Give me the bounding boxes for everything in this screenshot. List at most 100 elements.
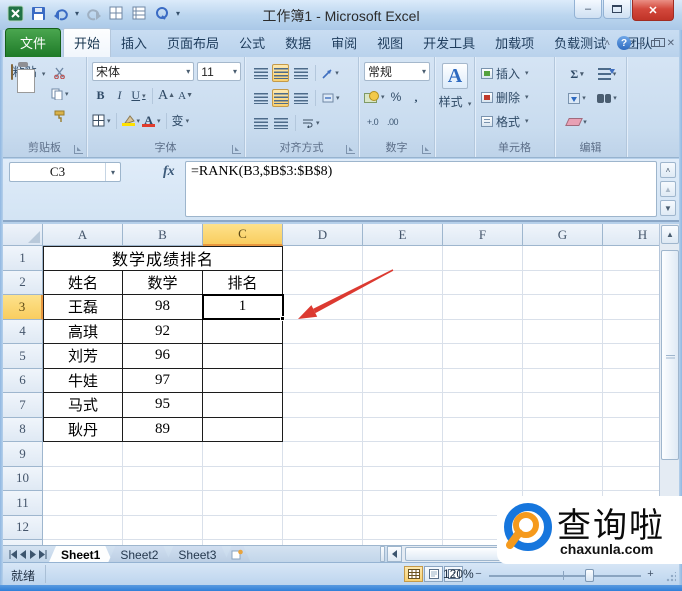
- cell-D12[interactable]: [283, 515, 363, 540]
- cell-A1-merged-title[interactable]: 数学成绩排名: [43, 246, 283, 271]
- cell-G5[interactable]: [523, 344, 603, 369]
- cell-A7[interactable]: 马式: [43, 393, 123, 418]
- cell-A6[interactable]: 牛娃: [43, 368, 123, 393]
- cell-F6[interactable]: [443, 368, 523, 393]
- row-header-11[interactable]: 11: [3, 491, 43, 516]
- align-middle-icon[interactable]: [272, 64, 289, 82]
- zoom-out-icon[interactable]: −: [473, 569, 484, 581]
- decrease-decimal-icon[interactable]: .00: [384, 113, 401, 131]
- prev-sheet-icon[interactable]: [19, 549, 27, 559]
- cell-C10[interactable]: [203, 466, 283, 491]
- cell-C5[interactable]: [203, 344, 283, 369]
- cell-G10[interactable]: [523, 466, 603, 491]
- cell-D11[interactable]: [283, 491, 363, 516]
- cell-G7[interactable]: [523, 393, 603, 418]
- ribbon-tab-formulas[interactable]: 公式: [229, 29, 275, 57]
- cell-C7[interactable]: [203, 393, 283, 418]
- cell-G9[interactable]: [523, 442, 603, 467]
- cell-C12[interactable]: [203, 515, 283, 540]
- borders-button[interactable]: [92, 112, 111, 130]
- close-button[interactable]: ✕: [632, 0, 674, 21]
- cell-A4[interactable]: 高琪: [43, 319, 123, 344]
- cell-D6[interactable]: [283, 368, 363, 393]
- cell-E8[interactable]: [363, 417, 443, 442]
- cell-D3[interactable]: [283, 295, 363, 320]
- ribbon-tab-developer[interactable]: 开发工具: [413, 29, 485, 57]
- wrap-text-icon[interactable]: [302, 114, 320, 132]
- cell-F8[interactable]: [443, 417, 523, 442]
- select-all-corner[interactable]: [3, 224, 43, 246]
- cell-D10[interactable]: [283, 466, 363, 491]
- row-header-3[interactable]: 3: [3, 295, 43, 320]
- percent-style-button[interactable]: %: [388, 88, 405, 106]
- cell-C9[interactable]: [203, 442, 283, 467]
- ribbon-tab-home[interactable]: 开始: [63, 28, 112, 57]
- zoom-level[interactable]: 120%: [443, 567, 474, 581]
- column-header-E[interactable]: E: [363, 224, 443, 246]
- scroll-up-button[interactable]: ▲: [661, 225, 679, 244]
- alignment-dialog-launcher-icon[interactable]: [346, 145, 355, 154]
- increase-indent-icon[interactable]: [272, 114, 289, 132]
- name-box-dropdown-icon[interactable]: ▾: [105, 163, 120, 181]
- cell-E10[interactable]: [363, 466, 443, 491]
- cell-D4[interactable]: [283, 319, 363, 344]
- cell-F3[interactable]: [443, 295, 523, 320]
- tab-split-handle[interactable]: [380, 546, 386, 562]
- cell-A11[interactable]: [43, 491, 123, 516]
- cell-E1[interactable]: [363, 246, 443, 271]
- ribbon-tab-data[interactable]: 数据: [275, 29, 321, 57]
- column-header-F[interactable]: F: [443, 224, 523, 246]
- cell-C11[interactable]: [203, 491, 283, 516]
- page-layout-view-icon[interactable]: [424, 566, 443, 582]
- normal-view-icon[interactable]: [404, 566, 423, 582]
- cell-G3[interactable]: [523, 295, 603, 320]
- orientation-icon[interactable]: [322, 64, 339, 82]
- format-cells-button[interactable]: 格式: [481, 111, 551, 131]
- workbook-minimize-icon[interactable]: –: [638, 38, 644, 49]
- cell-E6[interactable]: [363, 368, 443, 393]
- cell-B5[interactable]: 96: [123, 344, 203, 369]
- cell-C4[interactable]: [203, 319, 283, 344]
- cell-C2[interactable]: 排名: [203, 270, 283, 295]
- collapse-formula-bar-icon[interactable]: ˄: [660, 162, 676, 178]
- minimize-button[interactable]: –: [574, 0, 602, 19]
- cell-A8[interactable]: 耿丹: [43, 417, 123, 442]
- cell-G1[interactable]: [523, 246, 603, 271]
- cell-E5[interactable]: [363, 344, 443, 369]
- sheet-tab-sheet3[interactable]: Sheet3: [166, 546, 228, 562]
- align-bottom-icon[interactable]: [292, 64, 309, 82]
- cell-C3[interactable]: 1: [203, 295, 283, 320]
- cell-F1[interactable]: [443, 246, 523, 271]
- merge-center-icon[interactable]: [322, 89, 340, 107]
- cell-E9[interactable]: [363, 442, 443, 467]
- cell-G2[interactable]: [523, 270, 603, 295]
- cell-E11[interactable]: [363, 491, 443, 516]
- cell-B10[interactable]: [123, 466, 203, 491]
- ribbon-tab-page-layout[interactable]: 页面布局: [157, 29, 229, 57]
- cell-G8[interactable]: [523, 417, 603, 442]
- first-sheet-icon[interactable]: [7, 549, 17, 559]
- cell-E2[interactable]: [363, 270, 443, 295]
- align-left-icon[interactable]: [252, 89, 269, 107]
- cell-C6[interactable]: [203, 368, 283, 393]
- maximize-button[interactable]: [603, 0, 631, 19]
- cell-B12[interactable]: [123, 515, 203, 540]
- phonetic-guide-button[interactable]: 变: [172, 112, 190, 130]
- cell-B3[interactable]: 98: [123, 295, 203, 320]
- styles-button[interactable]: A 样式: [438, 63, 472, 135]
- cell-E4[interactable]: [363, 319, 443, 344]
- ribbon-tab-insert[interactable]: 插入: [111, 29, 157, 57]
- copy-icon[interactable]: [51, 85, 69, 103]
- last-sheet-icon[interactable]: [39, 549, 49, 559]
- comma-style-button[interactable]: ,: [408, 88, 425, 106]
- cell-A5[interactable]: 刘芳: [43, 344, 123, 369]
- cell-B9[interactable]: [123, 442, 203, 467]
- column-header-D[interactable]: D: [283, 224, 363, 246]
- cell-F2[interactable]: [443, 270, 523, 295]
- cell-D1[interactable]: [283, 246, 363, 271]
- sheet-tab-sheet1[interactable]: Sheet1: [49, 546, 112, 562]
- font-name-select[interactable]: 宋体 ▾: [92, 62, 195, 81]
- cell-B8[interactable]: 89: [123, 417, 203, 442]
- font-color-button[interactable]: A: [142, 112, 161, 130]
- cell-B2[interactable]: 数学: [123, 270, 203, 295]
